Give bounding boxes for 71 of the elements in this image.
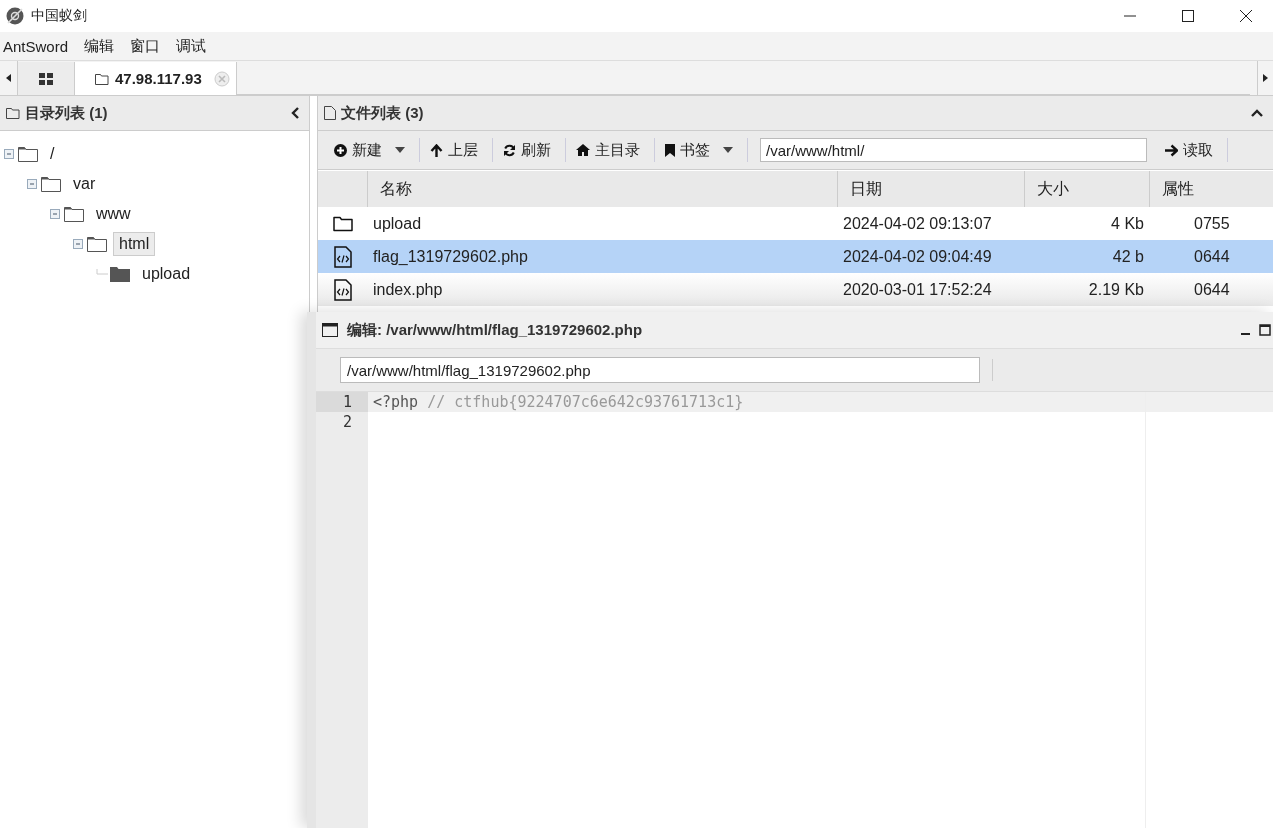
folder-icon — [41, 176, 61, 192]
home-icon — [576, 144, 590, 156]
column-header[interactable]: 属性 — [1150, 171, 1273, 207]
table-cell-text: 2024-04-02 09:13:07 — [842, 214, 993, 233]
file-path-field[interactable]: /var/www/html/flag_1319729602.php — [340, 357, 980, 383]
code-file-icon — [334, 278, 352, 301]
maximize-icon[interactable] — [1181, 9, 1195, 23]
window-icon — [322, 323, 338, 337]
path-field[interactable]: /var/www/html/ — [760, 138, 1147, 162]
window-title: 中国蚁剑 — [31, 7, 87, 25]
shell-tab[interactable]: 47.98.117.93 — [75, 62, 237, 95]
menu-item[interactable]: 编辑 — [81, 36, 123, 56]
panel-title: 目录列表 (1) — [25, 103, 108, 123]
toolbar-button[interactable]: 上层 — [420, 138, 493, 162]
right-arrow-icon — [1263, 74, 1268, 82]
folder-icon — [95, 72, 109, 85]
folder-icon — [110, 266, 130, 282]
tree-item[interactable]: / — [44, 142, 61, 166]
table-cell-text: 2.19 Kb — [1087, 280, 1145, 299]
maximize-icon[interactable] — [1259, 324, 1271, 336]
table-cell-text: flag_1319729602.php — [372, 247, 529, 266]
table-cell-text: 4 Kb — [1110, 214, 1145, 233]
plus-circle-icon — [334, 143, 347, 157]
menu-item[interactable]: 调试 — [173, 36, 215, 56]
table-cell-text: 2020-03-01 17:52:24 — [842, 280, 993, 299]
file-icon — [324, 106, 336, 120]
tree-item[interactable]: var — [67, 172, 102, 196]
arrow-right-icon — [1165, 143, 1178, 157]
home-tab[interactable] — [18, 62, 75, 95]
collapse-toggle-icon[interactable] — [73, 239, 85, 249]
line-number: 2 — [341, 412, 353, 432]
tree-item[interactable]: upload — [136, 262, 197, 286]
toolbar-button[interactable]: 新建 — [324, 138, 420, 162]
tree-item[interactable]: html — [113, 232, 156, 256]
collapse-toggle-icon[interactable] — [50, 209, 62, 219]
collapse-toggle-icon[interactable] — [4, 149, 16, 159]
table-cell-text: 0755 — [1193, 214, 1231, 233]
refresh-icon — [503, 143, 516, 157]
toolbar-button[interactable]: 刷新 — [493, 138, 566, 162]
bookmark-icon — [665, 143, 675, 157]
left-arrow-icon — [6, 74, 11, 82]
read-button[interactable]: 读取 — [1155, 138, 1228, 162]
editor-title: 编辑: /var/www/html/flag_1319729602.php — [347, 320, 643, 340]
collapse-icon[interactable] — [291, 107, 299, 119]
arrow-up-icon — [430, 143, 443, 157]
grid-icon — [39, 72, 53, 85]
table-cell-text: 0644 — [1193, 247, 1231, 266]
table-cell-text: upload — [372, 214, 423, 233]
folder-icon — [87, 236, 107, 252]
folder-icon — [6, 107, 20, 119]
collapse-toggle-icon[interactable] — [27, 179, 39, 189]
toolbar-button[interactable]: 主目录 — [566, 138, 655, 162]
toolbar-button[interactable]: 书签 — [655, 138, 748, 162]
folder-icon — [333, 215, 353, 232]
file-row[interactable]: flag_1319729602.php 2024-04-02 09:04:49 42 b 0644 — [318, 240, 1273, 273]
collapse-icon[interactable] — [1251, 109, 1263, 117]
table-cell-text: 2024-04-02 09:04:49 — [842, 247, 993, 266]
table-cell-text: index.php — [372, 280, 444, 299]
folder-icon — [18, 146, 38, 162]
app-logo-icon — [5, 6, 25, 26]
code-line: <?php // ctfhub{9224707c6e642c93761713c1} — [372, 393, 744, 411]
line-number: 1 — [316, 392, 368, 412]
table-cell-text: 0644 — [1193, 280, 1231, 299]
table-cell-text: 42 b — [1111, 247, 1145, 266]
menu-item[interactable]: AntSword — [0, 37, 77, 55]
close-icon[interactable] — [1239, 9, 1253, 23]
panel-title: 文件列表 (3) — [341, 103, 424, 123]
folder-icon — [64, 206, 84, 222]
menu-item[interactable]: 窗口 — [127, 36, 169, 56]
code-file-icon — [334, 245, 352, 268]
tree-item[interactable]: www — [90, 202, 137, 226]
